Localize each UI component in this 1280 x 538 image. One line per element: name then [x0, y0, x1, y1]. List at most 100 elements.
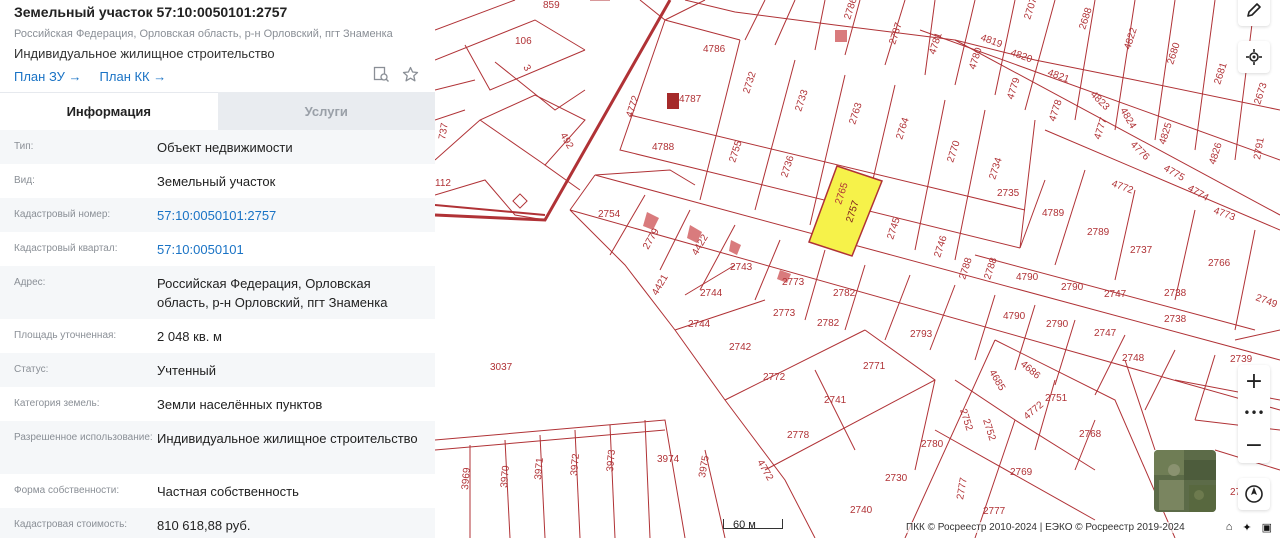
plot-label: 2673	[1252, 81, 1269, 106]
info-panel: Земельный участок 57:10:0050101:2757 Рос…	[0, 0, 435, 538]
plot-label: 2770	[945, 139, 962, 164]
plot-label: 859	[543, 0, 560, 11]
plot-label: 2763	[847, 101, 864, 126]
plot-label: 2734	[987, 156, 1004, 181]
panel-header: Земельный участок 57:10:0050101:2757 Рос…	[0, 0, 435, 92]
plot-label: 2740	[850, 505, 873, 516]
plot-label: 2732	[741, 70, 758, 95]
row-label: Кадастровый номер:	[14, 209, 111, 220]
plot-label: 4787	[679, 94, 702, 105]
plot-label: 4776	[1128, 139, 1152, 163]
plan-kk-link[interactable]: План КК →	[100, 69, 167, 84]
plot-label: 2736	[779, 154, 796, 179]
plot-label: 3975	[697, 454, 712, 478]
info-rows: Тип: Объект недвижимости Вид: Земельный …	[0, 130, 435, 538]
row-label: Вид:	[14, 175, 35, 186]
row-permitted-use: Разрешенное использование: Индивидуально…	[0, 421, 435, 474]
plot-label: 2738	[1164, 288, 1187, 299]
locate-button[interactable]	[1238, 41, 1270, 73]
pencil-icon	[1247, 3, 1261, 17]
row-value: 2 048 кв. м	[157, 329, 222, 344]
row-type: Тип: Объект недвижимости	[0, 130, 435, 164]
plot-label: 2707	[1022, 0, 1039, 21]
document-search-icon[interactable]	[373, 66, 390, 83]
row-ownership: Форма собственности: Частная собственнос…	[0, 474, 435, 508]
row-label: Категория земель:	[14, 398, 100, 409]
plot-label: 112	[435, 178, 451, 189]
plot-label: 2766	[1208, 258, 1231, 269]
cadastral-map[interactable]: 859 2786 2787 106 4786 4781 4780 4819 48…	[435, 0, 1280, 538]
row-label: Площадь уточненная:	[14, 330, 117, 341]
plot-label: 2752	[980, 418, 997, 443]
crosshair-icon	[1246, 49, 1262, 65]
plot-label: 4789	[1042, 208, 1065, 219]
plot-label: 2773	[782, 277, 805, 288]
plot-label: 4421	[650, 272, 671, 297]
sparkle-icon[interactable]: ✦	[1242, 521, 1251, 534]
plot-label: 2751	[1045, 393, 1068, 404]
zoom-out-button[interactable]: −	[1238, 429, 1270, 461]
plot-label: 2747	[1104, 289, 1127, 300]
plot-label: 2749	[1254, 292, 1279, 310]
row-label: Форма собственности:	[14, 485, 120, 496]
cadastral-quarter-link[interactable]: 57:10:0050101	[157, 232, 421, 266]
cadastral-number-link[interactable]: 57:10:0050101:2757	[157, 198, 421, 232]
plot-label: 2742	[729, 342, 752, 353]
compass-button[interactable]	[1238, 478, 1270, 510]
plot-label: 4773	[1212, 205, 1237, 223]
row-area: Площадь уточненная: 2 048 кв. м	[0, 319, 435, 353]
plot-label: 4790	[1016, 272, 1039, 283]
plot-label: 2780	[921, 439, 944, 450]
scale-label: 60 м	[733, 519, 756, 531]
plot-label: 2752	[957, 408, 974, 433]
row-label: Адрес:	[14, 277, 46, 288]
plot-label: 2738	[1164, 314, 1187, 325]
plot-label: 4819	[979, 32, 1004, 50]
plot-label: 2768	[1079, 429, 1102, 440]
plot-label: 4820	[1009, 47, 1034, 65]
row-status: Статус: Учтенный	[0, 353, 435, 387]
plot-label: 2779	[641, 226, 662, 251]
plot-label: 2777	[955, 476, 970, 500]
print-icon[interactable]: ▣	[1262, 521, 1272, 534]
plot-label: 2788	[982, 256, 999, 281]
row-value: Объект недвижимости	[157, 140, 293, 155]
tab-info[interactable]: Информация	[0, 92, 218, 130]
copyright-text: ПКК © Росреестр 2010-2024 | ЕЭКО © Росре…	[906, 522, 1185, 533]
plot-label: 106	[515, 36, 532, 47]
plot-label: 2773	[773, 308, 796, 319]
star-icon[interactable]	[402, 66, 419, 83]
row-cadastral-quarter: Кадастровый квартал: 57:10:0050101	[0, 232, 435, 266]
plot-label: 4788	[652, 142, 675, 153]
plot-label: 2772	[763, 372, 786, 383]
plot-label: 4824	[1117, 106, 1138, 131]
plot-label: 2755	[727, 139, 744, 164]
satellite-layer-thumbnail[interactable]	[1154, 450, 1216, 512]
plot-label: 2747	[1094, 328, 1117, 339]
plot-label: 2764	[894, 116, 911, 141]
plot-label: 2744	[700, 288, 723, 299]
zoom-in-button[interactable]: +	[1238, 365, 1270, 397]
plot-label: 4786	[703, 44, 726, 55]
plot-label: 4790	[1003, 311, 1026, 322]
plot-label: 737	[437, 122, 451, 141]
plot-label: 2741	[824, 395, 847, 406]
row-label: Разрешенное использование:	[14, 432, 153, 443]
plot-label: 2777	[983, 506, 1006, 517]
plot-label: 2790	[1061, 282, 1084, 293]
row-kind: Вид: Земельный участок	[0, 164, 435, 198]
plot-label: 2782	[817, 318, 840, 329]
row-label: Тип:	[14, 141, 34, 152]
plan-zu-link[interactable]: План ЗУ →	[14, 69, 82, 84]
more-icon: •••	[1243, 406, 1265, 420]
home-icon[interactable]: ⌂	[1226, 521, 1233, 534]
tab-services[interactable]: Услуги	[217, 92, 435, 130]
more-options-button[interactable]: •••	[1238, 397, 1270, 429]
plot-label: 2791	[1252, 136, 1267, 160]
ruler-tool-button[interactable]	[1238, 0, 1270, 26]
plot-label: 2790	[1046, 319, 1069, 330]
row-value: Индивидуальное жилищное строительство	[157, 431, 418, 446]
plot-label: 2744	[688, 319, 711, 330]
plot-label: 4778	[1047, 98, 1064, 123]
plot-label: 2771	[863, 361, 886, 372]
